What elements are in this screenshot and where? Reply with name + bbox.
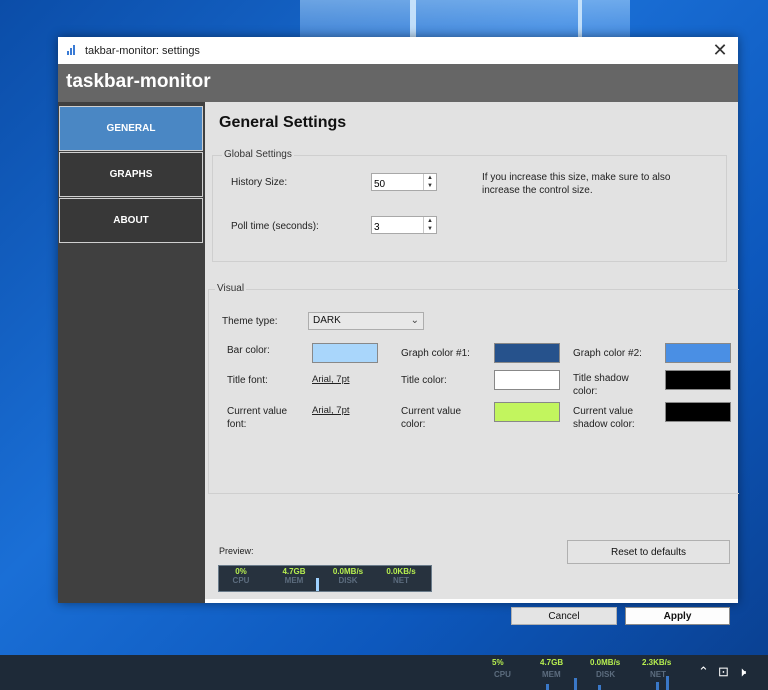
taskbar-mem-label: MEM: [542, 670, 561, 679]
graph-color-2-swatch[interactable]: [665, 343, 731, 363]
title-bar[interactable]: takbar-monitor: settings ✕: [58, 37, 738, 64]
chevron-up-icon[interactable]: ⌃: [698, 664, 709, 680]
visual-group: [208, 289, 739, 494]
theme-type-label: Theme type:: [222, 316, 278, 327]
theme-type-value: DARK: [313, 315, 341, 326]
poll-time-label: Poll time (seconds):: [231, 221, 319, 232]
graph-color-2-label: Graph color #2:: [573, 348, 642, 359]
content-area: General Settings Global Settings History…: [205, 102, 739, 625]
taskbar-cpu-label: CPU: [494, 670, 511, 679]
graph-color-1-label: Graph color #1:: [401, 348, 470, 359]
title-color-swatch[interactable]: [494, 370, 560, 390]
preview-disk: 0.0MB/s DISK: [332, 567, 364, 585]
preview-label: Preview:: [219, 546, 254, 556]
title-color-label: Title color:: [401, 375, 447, 386]
visual-label: Visual: [215, 283, 247, 294]
chevron-down-icon: ⌄: [410, 315, 419, 326]
cancel-button[interactable]: Cancel: [511, 607, 617, 625]
title-shadow-color-label: Title shadow color:: [573, 373, 629, 397]
preview-net: 0.0KB/s NET: [386, 567, 416, 585]
settings-window: takbar-monitor: settings ✕ taskbar-monit…: [58, 37, 739, 625]
current-value-color-swatch[interactable]: [494, 402, 560, 422]
current-value-font-label: Current value font:: [227, 406, 288, 430]
taskbar-disk-label: DISK: [596, 670, 616, 679]
page-title: General Settings: [219, 114, 347, 131]
sidebar-item-about[interactable]: ABOUT: [59, 198, 203, 243]
title-font-label: Title font:: [227, 375, 268, 386]
decrement-icon[interactable]: ▼: [424, 182, 436, 190]
graph-bar: [656, 682, 659, 690]
title-shadow-color-swatch[interactable]: [665, 370, 731, 390]
history-size-label: History Size:: [231, 177, 288, 188]
graph-color-1-swatch[interactable]: [494, 343, 560, 363]
current-value-shadow-color-swatch[interactable]: [665, 402, 731, 422]
preview-mem-bar: [316, 578, 319, 591]
window-title: takbar-monitor: settings: [85, 45, 200, 57]
history-size-input[interactable]: [372, 176, 424, 193]
current-value-shadow-color-label: Current value shadow color:: [573, 406, 635, 430]
sidebar-item-general[interactable]: GENERAL: [59, 106, 203, 151]
close-icon[interactable]: ✕: [710, 40, 730, 61]
sidebar: GENERAL GRAPHS ABOUT: [58, 102, 205, 603]
apply-button[interactable]: Apply: [625, 607, 730, 625]
decrement-icon[interactable]: ▼: [424, 225, 436, 233]
sidebar-item-graphs[interactable]: GRAPHS: [59, 152, 203, 197]
taskbar-net-label: NET: [650, 670, 666, 679]
speaker-muted-icon[interactable]: 🕨: [738, 664, 746, 680]
theme-type-select[interactable]: DARK ⌄: [308, 312, 424, 330]
current-value-color-label: Current value color:: [401, 406, 462, 430]
bar-chart-icon: [67, 45, 79, 55]
network-icon[interactable]: ⊡: [718, 664, 729, 680]
history-size-stepper[interactable]: ▲▼: [371, 173, 437, 193]
title-font-link[interactable]: Arial, 7pt: [312, 374, 350, 385]
monitor-preview: 0% CPU 4.7GB MEM 0.0MB/s DISK 0.0KB/s NET: [218, 565, 432, 592]
taskbar: 5% CPU 4.7GB MEM 0.0MB/s DISK 2.3KB/s NE…: [0, 655, 768, 690]
increment-icon[interactable]: ▲: [424, 217, 436, 225]
graph-bar: [666, 676, 669, 690]
preview-cpu: 0% CPU: [232, 567, 250, 585]
poll-time-input[interactable]: [372, 219, 424, 236]
current-value-font-link[interactable]: Arial, 7pt: [312, 405, 350, 416]
taskbar-mem-value: 4.7GB: [540, 658, 564, 667]
poll-time-stepper[interactable]: ▲▼: [371, 216, 437, 236]
increment-icon[interactable]: ▲: [424, 174, 436, 182]
history-size-hint: If you increase this size, make sure to …: [482, 172, 671, 196]
taskbar-cpu-value: 5%: [492, 658, 504, 667]
taskbar-monitor-widget[interactable]: 5% CPU 4.7GB MEM 0.0MB/s DISK 2.3KB/s NE…: [486, 656, 686, 690]
bar-color-label: Bar color:: [227, 345, 270, 356]
settings-panel: General Settings Global Settings History…: [205, 102, 739, 599]
graph-bar: [598, 685, 601, 690]
graph-bar: [574, 678, 577, 690]
taskbar-net-value: 2.3KB/s: [642, 658, 672, 667]
global-settings-label: Global Settings: [222, 149, 294, 160]
preview-mem: 4.7GB MEM: [282, 567, 306, 585]
reset-defaults-button[interactable]: Reset to defaults: [567, 540, 730, 564]
app-header: taskbar-monitor: [58, 64, 738, 102]
graph-bar: [546, 684, 549, 690]
bar-color-swatch[interactable]: [312, 343, 378, 363]
taskbar-disk-value: 0.0MB/s: [590, 658, 621, 667]
